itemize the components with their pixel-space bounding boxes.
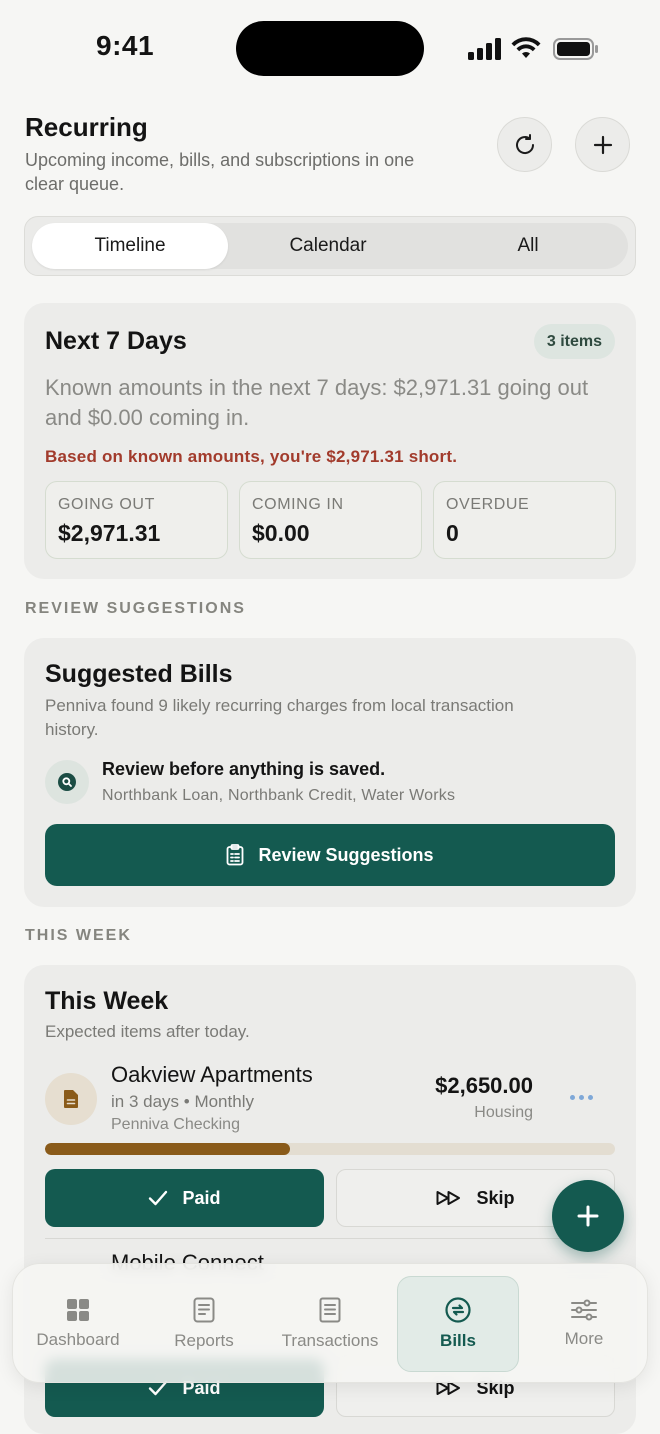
bill-category: Housing (474, 1104, 533, 1121)
shortfall-warning: Based on known amounts, you're $2,971.31… (45, 447, 458, 466)
card-title: This Week (45, 987, 169, 1015)
plus-icon (593, 135, 612, 154)
tab-label: More (564, 1329, 604, 1348)
going-out-stat: GOING OUT $2,971.31 (45, 481, 228, 559)
refresh-button[interactable] (497, 117, 552, 172)
bill-progress-bar (45, 1143, 615, 1155)
bill-name: Oakview Apartments (111, 1062, 313, 1087)
stat-value: 0 (446, 520, 459, 546)
page-title: Recurring (25, 112, 148, 142)
check-icon (149, 1190, 168, 1206)
grid-icon (67, 1299, 89, 1321)
stat-value: $0.00 (252, 520, 310, 546)
overdue-stat: OVERDUE 0 (433, 481, 616, 559)
tab-more[interactable]: More (523, 1276, 645, 1372)
add-button[interactable] (575, 117, 630, 172)
section-heading-review: REVIEW SUGGESTIONS (25, 600, 246, 617)
view-segmented-control: Timeline Calendar All (24, 216, 636, 276)
tab-label: Transactions (281, 1331, 379, 1350)
review-notice: Review before anything is saved. (102, 759, 386, 779)
document-icon (64, 1090, 78, 1108)
tab-label: Bills (440, 1331, 476, 1350)
clipboard-icon (227, 844, 244, 866)
search-icon (58, 773, 76, 791)
list-icon (319, 1297, 341, 1323)
tab-calendar[interactable]: Calendar (228, 223, 428, 269)
bill-account: Penniva Checking (111, 1116, 240, 1133)
stat-label: GOING OUT (58, 496, 155, 513)
suggested-names: Northbank Loan, Northbank Credit, Water … (102, 787, 456, 804)
stat-value: $2,971.31 (58, 520, 161, 546)
bottom-tab-bar: Dashboard Reports Transactions Bills Mor… (12, 1263, 648, 1383)
coming-in-stat: COMING IN $0.00 (239, 481, 422, 559)
items-count-badge: 3 items (533, 324, 615, 359)
tab-bills[interactable]: Bills (397, 1276, 519, 1372)
more-options-button[interactable] (570, 1087, 600, 1107)
card-title: Suggested Bills (45, 660, 233, 688)
suggested-bills-card: Suggested Bills Penniva found 9 likely r… (24, 638, 636, 907)
tab-all[interactable]: All (428, 223, 628, 269)
bill-schedule: in 3 days • Monthly (111, 1092, 254, 1111)
paid-button[interactable]: Paid (45, 1169, 324, 1227)
next-7-days-summary: Known amounts in the next 7 days: $2,971… (45, 375, 589, 430)
skip-label: Skip (476, 1187, 515, 1208)
suggested-bills-subtitle: Penniva found 9 likely recurring charges… (45, 696, 514, 739)
bill-category-badge (45, 1073, 97, 1125)
sliders-icon (571, 1299, 597, 1321)
status-bar: 9:41 (0, 0, 660, 96)
tab-label: Dashboard (36, 1330, 120, 1349)
tab-reports[interactable]: Reports (143, 1276, 265, 1372)
dynamic-island (236, 21, 424, 76)
stat-label: OVERDUE (446, 496, 530, 513)
search-badge (45, 760, 89, 804)
signal-icon (468, 38, 501, 60)
next-7-days-card: Next 7 Days 3 items Known amounts in the… (24, 303, 636, 579)
bill-progress-fill (45, 1143, 291, 1155)
plus-icon (577, 1205, 599, 1227)
battery-icon (553, 38, 598, 60)
wifi-icon (511, 37, 541, 58)
stat-label: COMING IN (252, 496, 344, 513)
this-week-subtitle: Expected items after today. (45, 1022, 250, 1041)
page-subtitle: Upcoming income, bills, and subscription… (25, 150, 415, 194)
review-suggestions-label: Review Suggestions (258, 844, 434, 865)
bill-amount: $2,650.00 (435, 1073, 533, 1098)
status-time: 9:41 (96, 30, 155, 61)
repeat-icon (445, 1297, 471, 1323)
skip-forward-icon (436, 1191, 461, 1205)
section-heading-this-week: THIS WEEK (25, 927, 132, 944)
tab-transactions[interactable]: Transactions (269, 1276, 391, 1372)
tab-dashboard[interactable]: Dashboard (17, 1276, 139, 1372)
add-bill-fab[interactable] (552, 1180, 624, 1252)
tab-label: Reports (174, 1331, 234, 1350)
divider (45, 1238, 615, 1239)
tab-timeline[interactable]: Timeline (32, 223, 228, 269)
report-icon (193, 1297, 215, 1323)
paid-label: Paid (182, 1187, 221, 1208)
card-title: Next 7 Days (45, 327, 187, 355)
refresh-icon (515, 133, 534, 154)
review-suggestions-button[interactable]: Review Suggestions (45, 824, 615, 886)
